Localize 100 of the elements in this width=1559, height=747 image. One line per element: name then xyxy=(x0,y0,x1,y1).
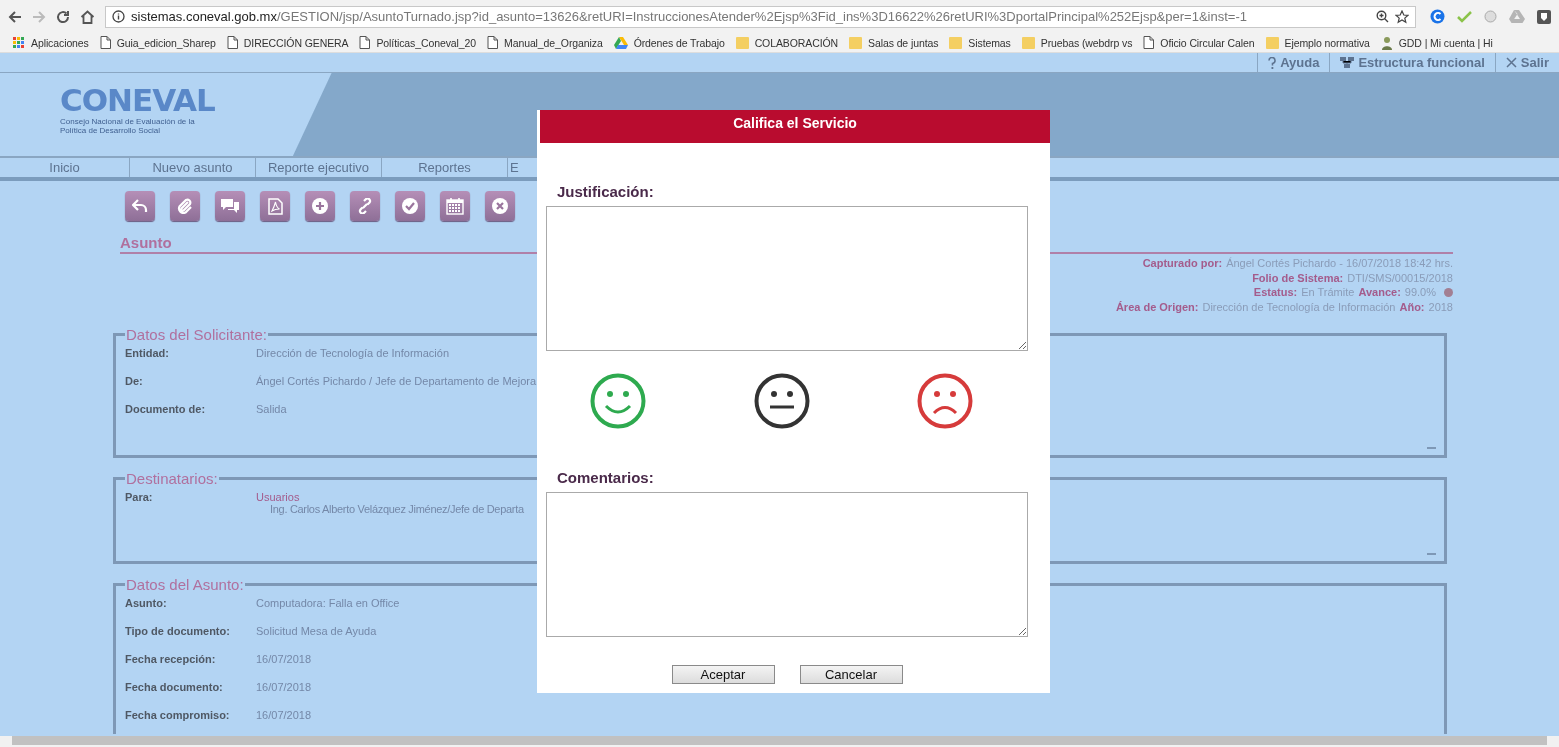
hierarchy-icon xyxy=(1340,57,1355,68)
bookmark[interactable]: Órdenes de Trabajo xyxy=(613,36,725,49)
close-icon xyxy=(1505,57,1517,68)
field-label: Fecha compromiso: xyxy=(125,709,231,721)
scrollbar[interactable] xyxy=(12,736,1547,745)
calendar-icon xyxy=(446,197,464,215)
field-label: Fecha recepción: xyxy=(125,653,217,665)
dialog-title: Califica el Servicio xyxy=(540,110,1050,143)
field-label: Entidad: xyxy=(125,347,170,359)
link-icon xyxy=(357,198,373,214)
folder-icon xyxy=(1265,36,1279,49)
plus-icon xyxy=(311,197,329,215)
page-icon xyxy=(359,36,371,49)
justification-field[interactable] xyxy=(546,206,1028,351)
apps-grid-icon xyxy=(12,36,25,49)
extension-icon[interactable] xyxy=(1537,9,1551,24)
bookmark[interactable]: Aplicaciones xyxy=(12,36,89,49)
field-value: Solicitud Mesa de Ayuda xyxy=(256,625,377,637)
check-icon xyxy=(401,197,419,215)
field-value: Salida xyxy=(256,403,287,415)
extension-icon[interactable] xyxy=(1430,9,1445,24)
cancel-button[interactable] xyxy=(485,191,515,221)
reply-arrow-icon xyxy=(132,198,148,214)
field-value: Dirección de Tecnología de Información xyxy=(256,347,450,359)
page-icon xyxy=(487,36,498,49)
info-icon xyxy=(112,10,125,23)
section-legend: Destinatarios: xyxy=(125,470,219,487)
neutral-face-icon[interactable] xyxy=(753,373,810,429)
field-label: Asunto: xyxy=(125,597,168,609)
star-icon[interactable] xyxy=(1395,9,1409,24)
field-label: Capturado por: xyxy=(1142,256,1223,271)
field-label: Folio de Sistema: xyxy=(1252,270,1344,285)
field-value: 16/07/2018 xyxy=(256,709,312,721)
field-value: Ángel Cortés Pichardo / Jefe de Departamento de Mejora xyxy=(256,375,537,387)
link-button[interactable] xyxy=(350,191,380,221)
field-label: Avance: xyxy=(1358,285,1401,300)
chat-icon xyxy=(220,198,240,214)
field-label: Estatus: xyxy=(1253,285,1298,300)
field-label: Documento de: xyxy=(125,403,207,415)
bookmark[interactable]: Guia_edicion_Sharep xyxy=(99,36,216,49)
field-value: 2018 xyxy=(1428,299,1453,314)
field-value: Dirección de Tecnología de Información xyxy=(1202,299,1396,314)
url-text: sistemas.coneval.gob.mx/GESTION/jsp/AsuntoTurnado.jsp?id_asunto=13626&retURI=InstruccionesAtender%2Ejsp%3Fid_ins%3D16622%26retURI%3DportalPrincipal%252Ejsp&per=1&inst=-1 xyxy=(131,9,1247,24)
bookmark[interactable]: Manual_de_Organiza xyxy=(487,36,603,49)
back-icon[interactable] xyxy=(8,9,22,24)
reload-icon[interactable] xyxy=(56,9,70,24)
sad-face-icon[interactable] xyxy=(917,373,973,429)
attach-button[interactable] xyxy=(170,191,200,221)
accept-button[interactable]: Aceptar xyxy=(671,665,775,684)
field-label: Comentarios: xyxy=(557,469,655,486)
section-legend: Datos del Solicitante: xyxy=(125,326,268,343)
comments-field[interactable] xyxy=(546,492,1028,637)
close-icon xyxy=(491,197,509,215)
page-icon xyxy=(99,36,111,49)
folder-icon xyxy=(849,36,863,49)
figure-icon xyxy=(1380,35,1393,50)
field-label: Tipo de documento: xyxy=(125,625,231,637)
smiley-face-icon[interactable] xyxy=(590,373,646,429)
field-value: 16/07/2018 xyxy=(256,681,312,693)
bookmark[interactable]: DIRECCIÓN GENERA xyxy=(226,36,349,49)
add-button[interactable] xyxy=(305,191,335,221)
bookmark[interactable]: GDD | Mi cuenta | Hi xyxy=(1380,35,1493,50)
bookmark[interactable]: Políticas_Coneval_20 xyxy=(359,36,476,49)
field-label: De: xyxy=(125,375,144,387)
field-value: 16/07/2018 xyxy=(256,653,312,665)
zoom-icon[interactable] xyxy=(1376,10,1389,23)
field-label: Justificación: xyxy=(557,183,655,200)
cancel-button[interactable]: Cancelar xyxy=(799,665,903,684)
field-label: Área de Origen: xyxy=(1115,299,1199,314)
check-icon[interactable] xyxy=(1457,10,1472,23)
approve-button[interactable] xyxy=(395,191,425,221)
pdf-icon xyxy=(267,197,283,215)
folder-icon xyxy=(735,36,749,49)
group-name: Usuarios xyxy=(256,491,301,503)
page-icon xyxy=(226,36,238,49)
drive-icon xyxy=(613,36,628,49)
calendar-button[interactable] xyxy=(440,191,470,221)
folder-icon xyxy=(1021,36,1035,49)
pdf-button[interactable] xyxy=(260,191,290,221)
bookmark[interactable]: COLABORACIÓN xyxy=(735,36,839,49)
section-title: Asunto xyxy=(120,234,172,251)
bookmark[interactable]: Sistemas xyxy=(949,36,1011,49)
field-value: Computadora: Falla en Office xyxy=(256,597,400,609)
reply-button[interactable] xyxy=(125,191,155,221)
bookmark[interactable]: Pruebas (webdrp vs xyxy=(1021,36,1133,49)
address-bar[interactable]: sistemas.coneval.gob.mx/GESTION/jsp/AsuntoTurnado.jsp?id_asunto=13626&retURI=InstruccionesAtender%2Ejsp%3Fid_ins%3D16622%26retURI%3DportalPrincipal%252Ejsp&per=1&inst=-1 xyxy=(105,5,1416,28)
help-icon xyxy=(1268,56,1277,69)
field-value: En Trámite xyxy=(1301,285,1355,300)
section-legend: Datos del Asunto: xyxy=(125,576,245,593)
field-value: Ángel Cortés Pichardo - 16/07/2018 18:42 hrs. xyxy=(1226,256,1453,271)
field-value: DTI/SMS/00015/2018 xyxy=(1347,270,1453,285)
bookmark[interactable]: Ejemplo normativa xyxy=(1265,36,1370,49)
recipient-name: Ing. Carlos Alberto Velázquez Jiménez/Jefe de Departa xyxy=(270,503,524,515)
paperclip-icon xyxy=(177,198,193,214)
home-icon[interactable] xyxy=(80,9,95,24)
field-label: Fecha documento: xyxy=(125,681,224,693)
comment-button[interactable] xyxy=(215,191,245,221)
logo-tagline: Consejo Nacional de Evaluación de la Política de Desarrollo Social xyxy=(60,117,196,135)
bookmark[interactable]: Salas de juntas xyxy=(849,36,939,49)
bookmark[interactable]: Oficio Circular Calen xyxy=(1143,36,1255,49)
